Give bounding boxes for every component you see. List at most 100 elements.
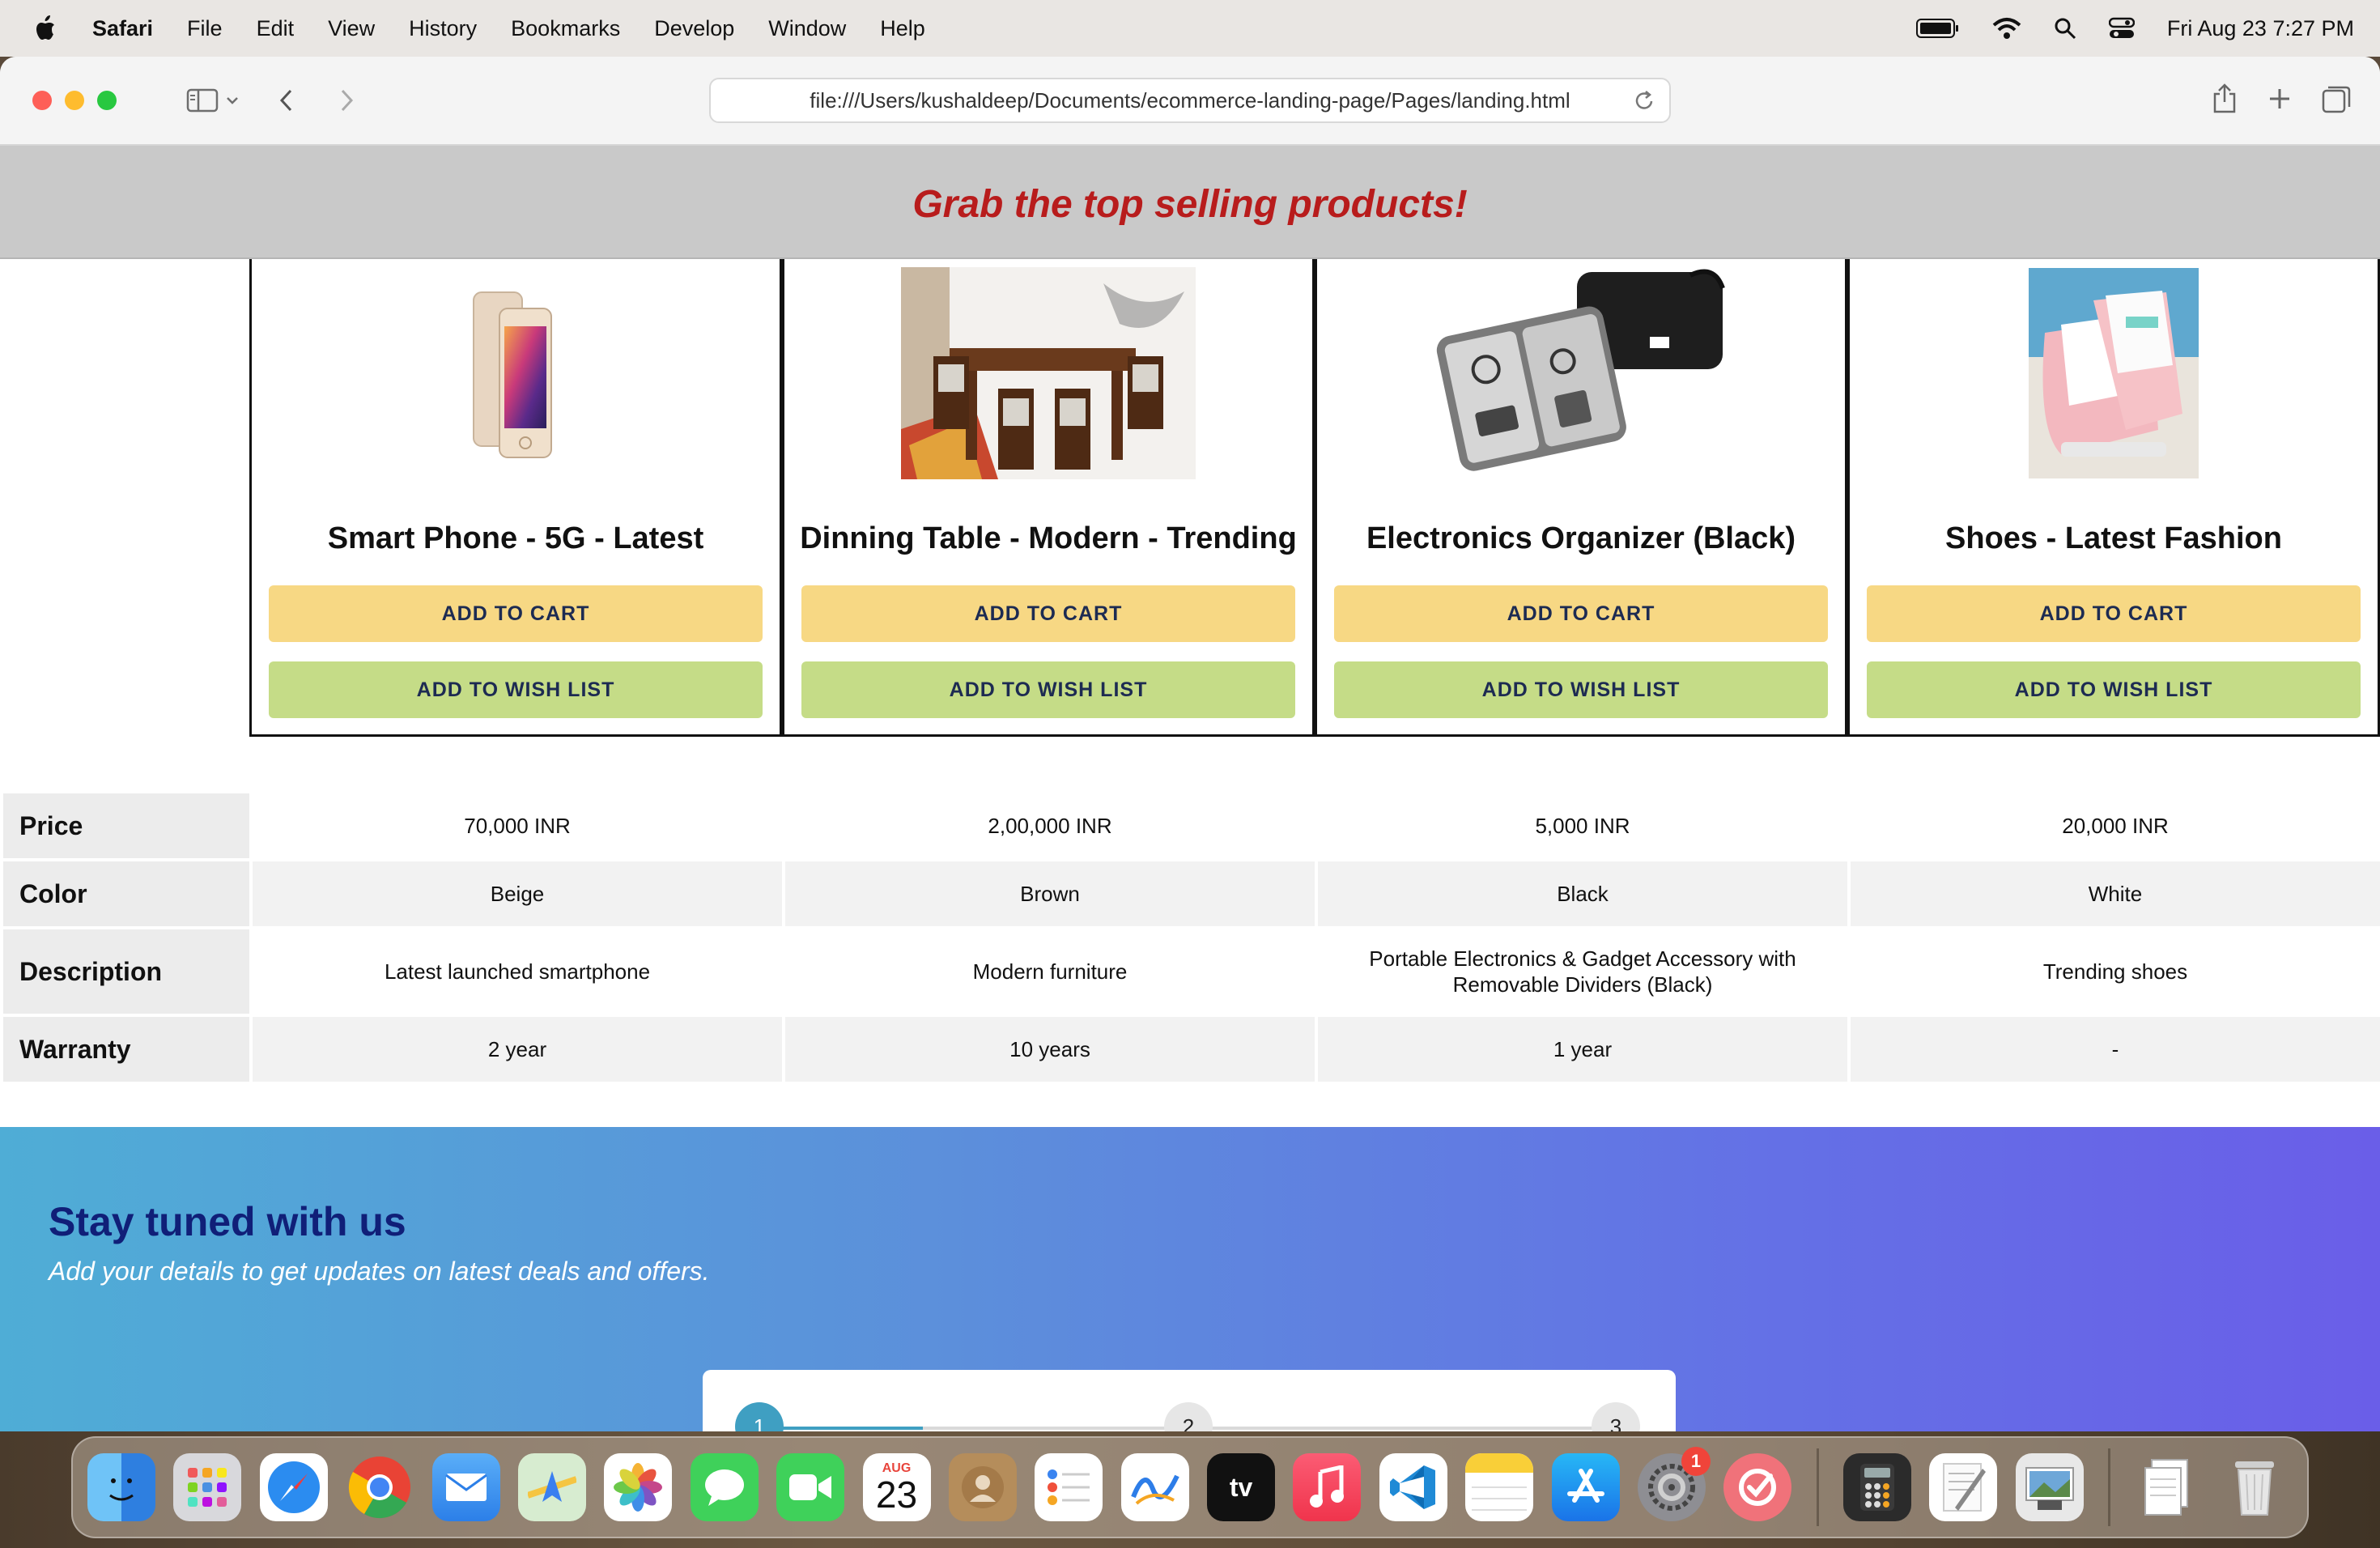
step-3[interactable]: 3 [1592, 1402, 1640, 1431]
table-cell: 5,000 INR [1318, 793, 1847, 858]
web-page: Grab the top selling products! Smart Pho… [0, 146, 2380, 1431]
product-card: Electronics Organizer (Black) ADD TO CAR… [1315, 259, 1847, 737]
table-row: Price 70,000 INR 2,00,000 INR 5,000 INR … [0, 793, 2380, 858]
add-to-cart-button[interactable]: ADD TO CART [801, 585, 1295, 642]
tab-overview-icon[interactable] [2320, 83, 2352, 115]
safari-icon[interactable] [259, 1453, 328, 1521]
table-row: Color Beige Brown Black White [0, 861, 2380, 926]
apple-icon[interactable] [32, 12, 60, 45]
contacts-icon[interactable] [948, 1453, 1017, 1521]
newsletter-subtitle: Add your details to get updates on lates… [49, 1257, 710, 1286]
vscode-icon[interactable] [1379, 1453, 1447, 1521]
facetime-icon[interactable] [776, 1453, 845, 1521]
photos-icon[interactable] [604, 1453, 673, 1521]
newsletter-title: Stay tuned with us [49, 1199, 406, 1244]
menu-datetime[interactable]: Fri Aug 23 7:27 PM [2167, 16, 2354, 41]
newsletter-section: Stay tuned with us Add your details to g… [0, 1127, 2380, 1431]
chevron-down-icon[interactable] [220, 83, 244, 118]
calculator-icon[interactable] [1842, 1453, 1911, 1521]
close-button[interactable] [32, 91, 52, 110]
table-cell: White [1851, 861, 2380, 926]
table-cell: Black [1318, 861, 1847, 926]
menu-window[interactable]: Window [768, 16, 846, 41]
add-to-wishlist-button[interactable]: ADD TO WISH LIST [1334, 661, 1828, 718]
menu-file[interactable]: File [187, 16, 223, 41]
maps-icon[interactable] [517, 1453, 586, 1521]
product-cards: Smart Phone - 5G - Latest ADD TO CART AD… [249, 259, 2380, 737]
add-to-cart-button[interactable]: ADD TO CART [269, 585, 763, 642]
appstore-icon[interactable] [1551, 1453, 1620, 1521]
menu-bookmarks[interactable]: Bookmarks [511, 16, 620, 41]
forward-icon[interactable] [329, 83, 364, 118]
menu-history[interactable]: History [409, 16, 477, 41]
notes-icon[interactable] [1465, 1453, 1534, 1521]
row-label: Color [3, 861, 249, 926]
mail-icon[interactable] [431, 1453, 500, 1521]
browser-toolbar: file:///Users/kushaldeep/Documents/ecomm… [0, 57, 2380, 146]
table-cell: Beige [253, 861, 782, 926]
menu-view[interactable]: View [328, 16, 375, 41]
messages-icon[interactable] [690, 1453, 759, 1521]
launchpad-icon[interactable] [173, 1453, 242, 1521]
preview-icon[interactable] [2015, 1453, 2084, 1521]
menu-help[interactable]: Help [880, 16, 925, 41]
add-to-wishlist-button[interactable]: ADD TO WISH LIST [1867, 661, 2361, 718]
calendar-day: 23 [875, 1474, 918, 1516]
add-to-cart-button[interactable]: ADD TO CART [1334, 585, 1828, 642]
zoom-button[interactable] [97, 91, 117, 110]
music-icon[interactable] [1293, 1453, 1362, 1521]
menu-bar: Safari File Edit View History Bookmarks … [0, 0, 2380, 57]
ticktick-icon[interactable] [1723, 1453, 1792, 1521]
menu-edit[interactable]: Edit [257, 16, 295, 41]
add-to-wishlist-button[interactable]: ADD TO WISH LIST [269, 661, 763, 718]
dock-separator [1816, 1448, 1819, 1526]
table-cell: 2 year [253, 1017, 782, 1082]
finder-icon[interactable] [87, 1453, 155, 1521]
step-1[interactable]: 1 [735, 1402, 784, 1431]
table-row: Warranty 2 year 10 years 1 year - [0, 1017, 2380, 1082]
battery-icon[interactable] [1915, 18, 1960, 39]
reload-icon[interactable] [1632, 89, 1656, 113]
add-to-wishlist-button[interactable]: ADD TO WISH LIST [801, 661, 1295, 718]
menu-develop[interactable]: Develop [654, 16, 734, 41]
search-icon[interactable] [2054, 17, 2076, 40]
signup-form-card: 1 2 3 [703, 1370, 1676, 1431]
trash-icon[interactable] [2221, 1453, 2289, 1521]
control-center-icon[interactable] [2108, 17, 2135, 40]
textedit-icon[interactable] [1929, 1453, 1998, 1521]
menu-app-name[interactable]: Safari [92, 16, 153, 41]
add-to-cart-button[interactable]: ADD TO CART [1867, 585, 2361, 642]
reminders-icon[interactable] [1035, 1453, 1103, 1521]
calendar-icon[interactable]: AUG 23 [862, 1453, 931, 1521]
row-label: Description [3, 929, 249, 1014]
new-tab-icon[interactable] [2263, 83, 2296, 115]
sidebar-toggle-icon[interactable] [185, 83, 220, 118]
chrome-icon[interactable] [346, 1453, 414, 1521]
documents-icon[interactable] [2135, 1453, 2203, 1521]
window-controls [32, 91, 117, 110]
url-text[interactable]: file:///Users/kushaldeep/Documents/ecomm… [810, 88, 1570, 113]
table-cell: Latest launched smartphone [253, 929, 782, 1014]
product-name: Shoes - Latest Fashion [1945, 521, 2282, 555]
share-icon[interactable] [2210, 83, 2239, 115]
table-cell: Trending shoes [1851, 929, 2380, 1014]
back-icon[interactable] [269, 83, 304, 118]
address-bar[interactable]: file:///Users/kushaldeep/Documents/ecomm… [709, 78, 1671, 123]
table-cell: - [1851, 1017, 2380, 1082]
product-image-organizer [1431, 264, 1731, 483]
minimize-button[interactable] [65, 91, 84, 110]
comparison-table: Price 70,000 INR 2,00,000 INR 5,000 INR … [0, 793, 2380, 1085]
appletv-icon[interactable]: tv [1207, 1453, 1276, 1521]
product-card: Dinning Table - Modern - Trending ADD TO… [782, 259, 1315, 737]
table-cell: 20,000 INR [1851, 793, 2380, 858]
wifi-icon[interactable] [1992, 17, 2021, 40]
freeform-icon[interactable] [1120, 1453, 1189, 1521]
safari-window: file:///Users/kushaldeep/Documents/ecomm… [0, 57, 2380, 1431]
dock-separator [2107, 1448, 2110, 1526]
row-label: Price [3, 793, 249, 858]
product-image-phone [467, 264, 564, 483]
settings-icon[interactable]: 1 [1638, 1447, 1711, 1521]
table-cell: 1 year [1318, 1017, 1847, 1082]
step-2[interactable]: 2 [1164, 1402, 1213, 1431]
row-label: Warranty [3, 1017, 249, 1082]
